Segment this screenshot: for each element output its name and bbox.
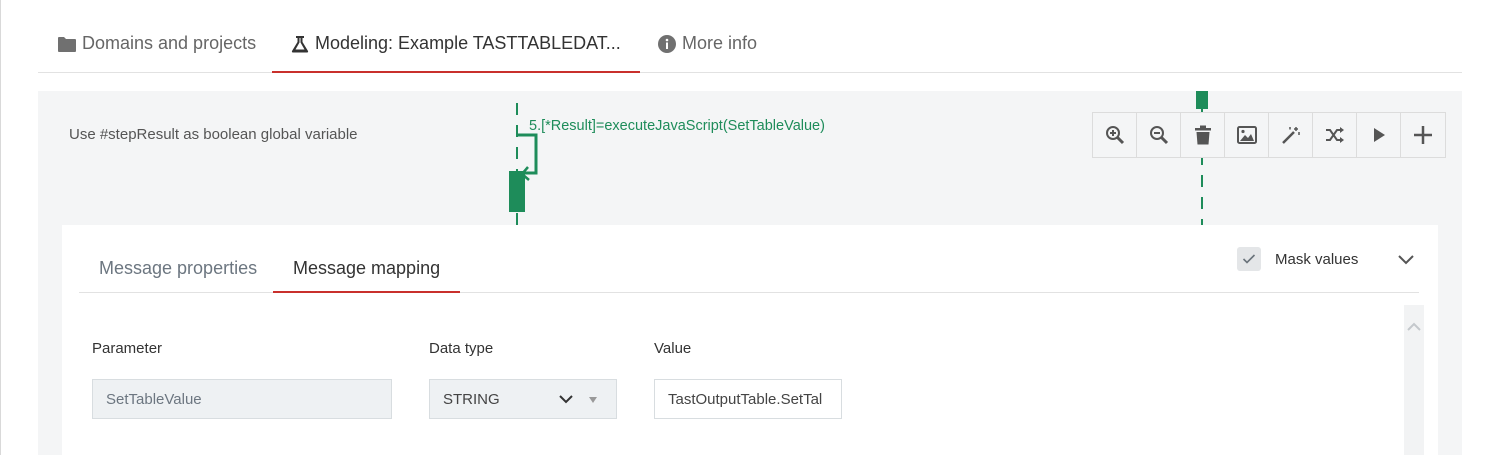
chevron-up-icon (1407, 322, 1421, 331)
zoom-out-button[interactable] (1137, 113, 1181, 157)
tab-label: Message mapping (293, 257, 441, 278)
tab-message-mapping[interactable]: Message mapping (273, 245, 461, 293)
tab-domains-and-projects[interactable]: Domains and projects (38, 16, 276, 71)
chevron-down-icon (559, 395, 573, 404)
tab-label: Modeling: Example TASTTABLEDAT... (315, 33, 621, 53)
scroll-up-button[interactable] (1404, 319, 1424, 335)
diagram-canvas[interactable]: Use #stepResult as boolean global variab… (38, 91, 1462, 455)
magic-button[interactable] (1269, 113, 1313, 157)
flask-icon (291, 35, 309, 53)
message-panel: Message properties Message mapping Mask … (62, 225, 1438, 455)
diagram-toolbar (1092, 112, 1446, 158)
add-button[interactable] (1401, 113, 1445, 157)
info-circle-icon (658, 34, 676, 53)
mask-values-label: Mask values (1275, 250, 1359, 268)
value-text: TastOutputTable.SetTal (668, 390, 823, 408)
tab-label: More info (682, 33, 758, 53)
chevron-down-icon (1398, 255, 1414, 265)
image-button[interactable] (1225, 113, 1269, 157)
main-tab-bar: Domains and projects Modeling: Example T… (38, 16, 1462, 73)
tab-more-info[interactable]: More info (638, 16, 777, 71)
tab-label: Message properties (99, 257, 258, 278)
column-header-parameter: Parameter (92, 340, 163, 357)
parameter-value: SetTableValue (106, 390, 202, 408)
data-type-select[interactable]: STRING (429, 379, 617, 419)
tab-label: Domains and projects (82, 33, 257, 53)
mask-values-toggle[interactable]: Mask values (1237, 247, 1358, 271)
shuffle-button[interactable] (1313, 113, 1357, 157)
mapping-table: Parameter Data type Value SetTableValue … (79, 305, 1403, 455)
column-header-value: Value (654, 340, 692, 357)
collapse-panel-button[interactable] (1394, 248, 1418, 272)
shuffle-icon (1325, 127, 1344, 143)
left-border (0, 0, 1, 455)
data-type-value: STRING (443, 390, 500, 408)
run-button[interactable] (1357, 113, 1401, 157)
activation-bar-left (509, 171, 525, 212)
parameter-field: SetTableValue (92, 379, 392, 419)
plus-icon (1414, 126, 1432, 144)
caret-down-icon (589, 397, 597, 403)
trash-icon (1194, 125, 1211, 145)
tab-modeling[interactable]: Modeling: Example TASTTABLEDAT... (272, 16, 640, 73)
column-header-data-type: Data type (429, 340, 494, 357)
magic-wand-icon (1281, 127, 1300, 144)
step-label[interactable]: 5.[*Result]=executeJavaScript(SetTableVa… (529, 118, 825, 134)
activation-bar-right (1196, 91, 1208, 109)
mask-values-checkbox[interactable] (1237, 247, 1261, 271)
mapping-scrollbar[interactable] (1404, 305, 1424, 455)
image-icon (1236, 126, 1257, 144)
value-input[interactable]: TastOutputTable.SetTal (654, 379, 842, 419)
folder-icon (58, 36, 76, 52)
message-tab-bar: Message properties Message mapping (79, 245, 1419, 293)
tab-message-properties[interactable]: Message properties (79, 245, 277, 291)
zoom-out-icon (1149, 126, 1168, 145)
delete-button[interactable] (1181, 113, 1225, 157)
play-icon (1373, 128, 1385, 142)
checkmark-icon (1242, 254, 1256, 264)
zoom-in-button[interactable] (1093, 113, 1137, 157)
zoom-in-icon (1105, 126, 1124, 145)
